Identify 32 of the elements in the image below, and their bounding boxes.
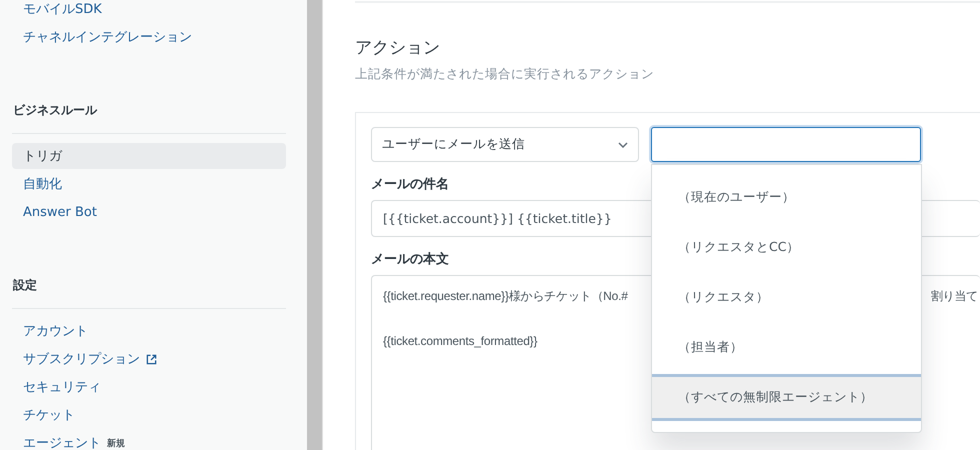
sidebar-item[interactable]: セキュリティ (12, 374, 286, 400)
sidebar-item[interactable]: モバイルSDK (12, 0, 286, 22)
chevron-down-icon (618, 142, 628, 148)
sidebar-item-label: エージェント (23, 435, 101, 450)
section-heading: 設定 (12, 277, 38, 294)
sidebar-item[interactable]: チャネルインテグレーション (12, 24, 286, 50)
action-select[interactable]: ユーザーにメールを送信 (371, 127, 639, 162)
sidebar-item[interactable]: チケット (12, 402, 286, 428)
sidebar-item[interactable]: アカウント (12, 318, 286, 344)
section-heading: ビジネスルール (12, 102, 98, 119)
sidebar-item[interactable]: 自動化 (12, 171, 286, 197)
recipient-input[interactable] (651, 127, 921, 162)
dropdown-option[interactable]: （リクエスタ） (652, 274, 921, 321)
dropdown-option[interactable]: （リクエスタとCC） (652, 224, 921, 271)
new-label: 新規 (107, 437, 125, 450)
dropdown-option[interactable]: （すべての無制限エージェント） (652, 374, 921, 421)
sidebar-item[interactable]: Answer Bot (12, 199, 286, 225)
dropdown-option[interactable]: （担当者） (652, 324, 921, 371)
body-text: {{ticket.requester.name}}様からチケット（No.# (383, 288, 628, 305)
section-title: アクション (355, 37, 441, 59)
dropdown-option[interactable]: （現在のユーザー） (652, 174, 921, 221)
sidebar-item-label: サブスクリプション (23, 351, 140, 368)
sidebar-item[interactable]: トリガ (12, 143, 286, 169)
sidebar-item[interactable]: サブスクリプション (12, 346, 286, 372)
body-text: {{ticket.comments_formatted}} (383, 334, 538, 348)
subject-label: メールの件名 (371, 176, 450, 193)
select-value: ユーザーにメールを送信 (382, 136, 525, 153)
scrollbar[interactable] (307, 0, 323, 450)
section-subtitle: 上記条件が満たされた場合に実行されるアクション (355, 66, 655, 83)
body-label: メールの本文 (371, 250, 450, 268)
sidebar-item[interactable]: エージェント 新規 (12, 430, 286, 450)
body-text: 割り当て (930, 288, 978, 305)
